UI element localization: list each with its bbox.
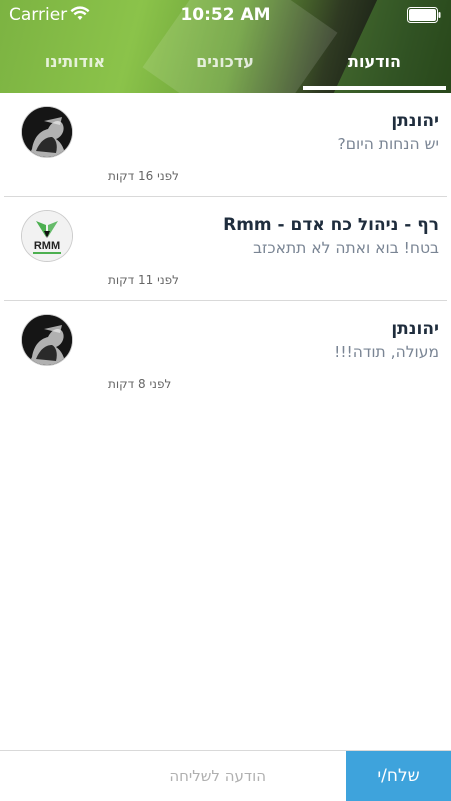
- messages-list: יהונתן יש הנחות היום? לפני 16 דקות RMM ר…: [0, 93, 451, 404]
- avatar: [22, 315, 72, 365]
- status-bar: Carrier 10:52 AM: [0, 0, 451, 30]
- clock: 10:52 AM: [180, 5, 271, 25]
- message-input[interactable]: [0, 751, 346, 801]
- message-time: לפני 8 דקות: [108, 377, 172, 391]
- message-sender: יהונתן: [391, 111, 439, 131]
- compose-bar: שלח/י: [0, 750, 451, 801]
- message-sender: יהונתן: [391, 319, 439, 339]
- send-button[interactable]: שלח/י: [346, 751, 451, 801]
- avatar: RMM: [22, 211, 72, 261]
- active-tab-indicator: [303, 86, 446, 90]
- message-item[interactable]: יהונתן יש הנחות היום? לפני 16 דקות: [4, 93, 447, 197]
- message-item[interactable]: יהונתן מעולה, תודה!!! לפני 8 דקות: [4, 301, 447, 404]
- tab-messages[interactable]: הודעות: [303, 44, 446, 90]
- avatar: [22, 107, 72, 157]
- rmm-logo-icon: RMM: [22, 211, 72, 261]
- message-text: בטח! בוא ואתה לא תתאכזב: [253, 239, 439, 257]
- tab-about[interactable]: אודותינו: [0, 44, 150, 90]
- battery-icon: [407, 7, 441, 23]
- tab-updates[interactable]: עדכונים: [150, 44, 300, 90]
- message-item[interactable]: RMM רף - ניהול כח אדם - Rmm בטח! בוא ואת…: [4, 197, 447, 301]
- svg-text:RMM: RMM: [34, 240, 60, 252]
- header: Carrier 10:52 AM אודותינו עדכונים הודעות: [0, 0, 451, 93]
- tab-bar: אודותינו עדכונים הודעות: [0, 44, 451, 90]
- message-text: יש הנחות היום?: [337, 135, 440, 153]
- message-time: לפני 11 דקות: [108, 273, 179, 287]
- message-sender: רף - ניהול כח אדם - Rmm: [223, 215, 439, 235]
- user-photo-icon: [22, 315, 72, 365]
- user-photo-icon: [22, 107, 72, 157]
- message-time: לפני 16 דקות: [108, 169, 179, 183]
- message-text: מעולה, תודה!!!: [334, 343, 439, 361]
